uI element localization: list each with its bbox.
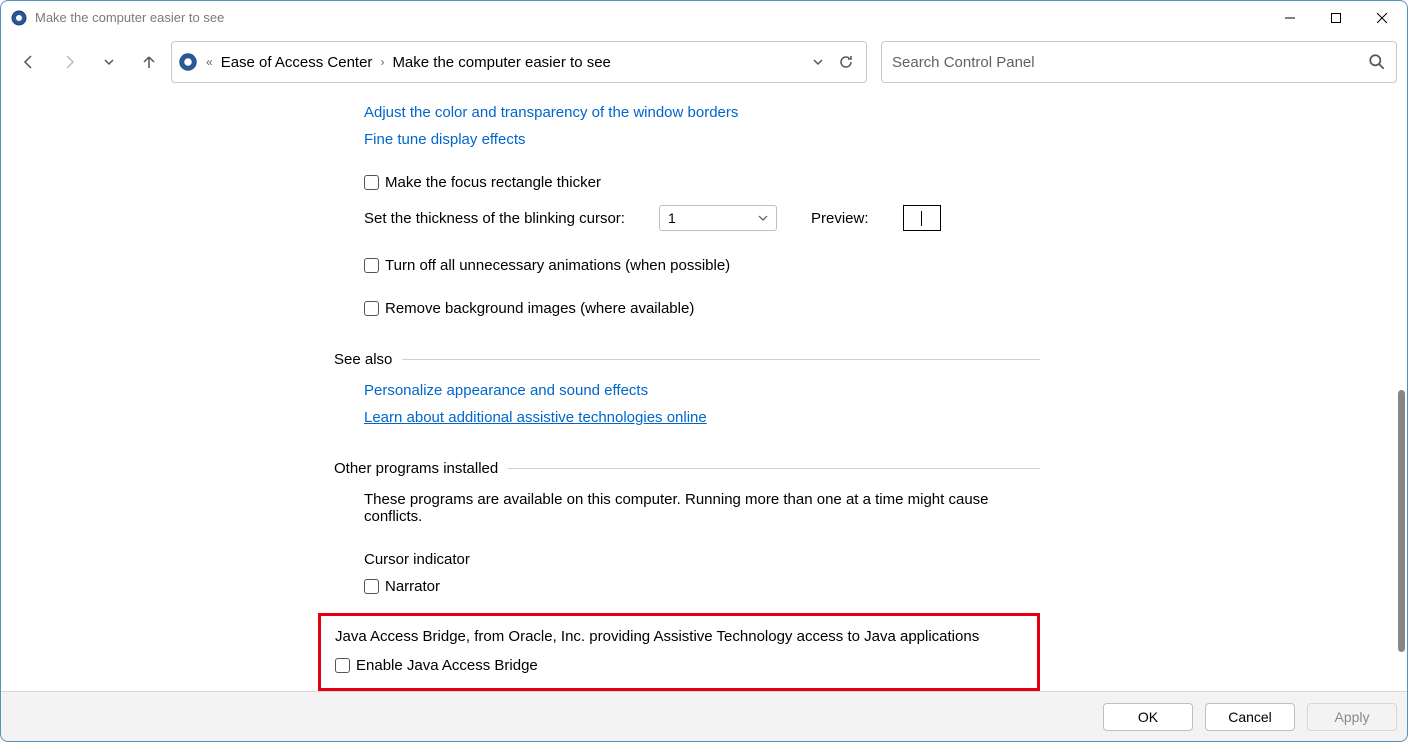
location-icon [178, 52, 198, 72]
ok-button[interactable]: OK [1103, 703, 1193, 731]
label-turn-off-animations: Turn off all unnecessary animations (whe… [385, 257, 730, 274]
checkbox-narrator[interactable] [364, 579, 379, 594]
section-see-also: See also [334, 351, 1040, 368]
checkbox-enable-java-bridge[interactable] [335, 658, 350, 673]
section-other-programs: Other programs installed [334, 460, 1040, 477]
label-narrator: Narrator [385, 578, 440, 595]
chevron-right-icon[interactable]: › [380, 55, 384, 69]
up-button[interactable] [131, 44, 167, 80]
highlight-java-bridge: Java Access Bridge, from Oracle, Inc. pr… [318, 613, 1040, 691]
refresh-button[interactable] [832, 44, 860, 80]
close-button[interactable] [1359, 3, 1405, 33]
select-cursor-thickness[interactable]: 1 [659, 205, 777, 231]
section-other-programs-label: Other programs installed [334, 460, 498, 477]
checkbox-focus-rectangle[interactable] [364, 175, 379, 190]
footer: OK Cancel Apply [1, 691, 1407, 741]
address-dropdown[interactable] [804, 44, 832, 80]
other-programs-description: These programs are available on this com… [364, 491, 989, 525]
link-adjust-color[interactable]: Adjust the color and transparency of the… [364, 104, 738, 121]
label-remove-background: Remove background images (where availabl… [385, 300, 694, 317]
search-box[interactable] [881, 41, 1397, 83]
address-bar[interactable]: « Ease of Access Center › Make the compu… [171, 41, 867, 83]
breadcrumb-item-2[interactable]: Make the computer easier to see [388, 52, 614, 73]
search-icon[interactable] [1368, 53, 1386, 71]
app-icon [11, 10, 27, 26]
navbar: « Ease of Access Center › Make the compu… [1, 34, 1407, 90]
content-area: Adjust the color and transparency of the… [1, 90, 1407, 691]
scrollbar-thumb[interactable] [1398, 390, 1405, 652]
checkbox-turn-off-animations[interactable] [364, 258, 379, 273]
cursor-thickness-value: 1 [668, 210, 676, 226]
link-fine-tune[interactable]: Fine tune display effects [364, 131, 525, 148]
label-cursor-thickness: Set the thickness of the blinking cursor… [364, 210, 625, 227]
chevron-down-icon [758, 213, 768, 223]
label-java-bridge-desc: Java Access Bridge, from Oracle, Inc. pr… [335, 628, 979, 645]
scrollbar[interactable] [1393, 90, 1407, 691]
maximize-button[interactable] [1313, 3, 1359, 33]
apply-button[interactable]: Apply [1307, 703, 1397, 731]
link-learn-assistive[interactable]: Learn about additional assistive technol… [364, 409, 707, 426]
checkbox-remove-background[interactable] [364, 301, 379, 316]
link-personalize[interactable]: Personalize appearance and sound effects [364, 382, 648, 399]
label-cursor-indicator: Cursor indicator [364, 551, 470, 568]
label-focus-rectangle: Make the focus rectangle thicker [385, 174, 601, 191]
cancel-button[interactable]: Cancel [1205, 703, 1295, 731]
forward-button[interactable] [51, 44, 87, 80]
breadcrumb-item-1[interactable]: Ease of Access Center [217, 52, 377, 73]
recent-dropdown[interactable] [91, 44, 127, 80]
label-preview: Preview: [811, 210, 869, 227]
search-input[interactable] [892, 54, 1368, 71]
cursor-preview [903, 205, 941, 231]
back-button[interactable] [11, 44, 47, 80]
section-see-also-label: See also [334, 351, 392, 368]
titlebar: Make the computer easier to see [1, 1, 1407, 34]
minimize-button[interactable] [1267, 3, 1313, 33]
breadcrumb-prev-icon[interactable]: « [206, 55, 213, 69]
label-enable-java-bridge: Enable Java Access Bridge [356, 657, 538, 674]
window-title: Make the computer easier to see [35, 10, 1267, 25]
